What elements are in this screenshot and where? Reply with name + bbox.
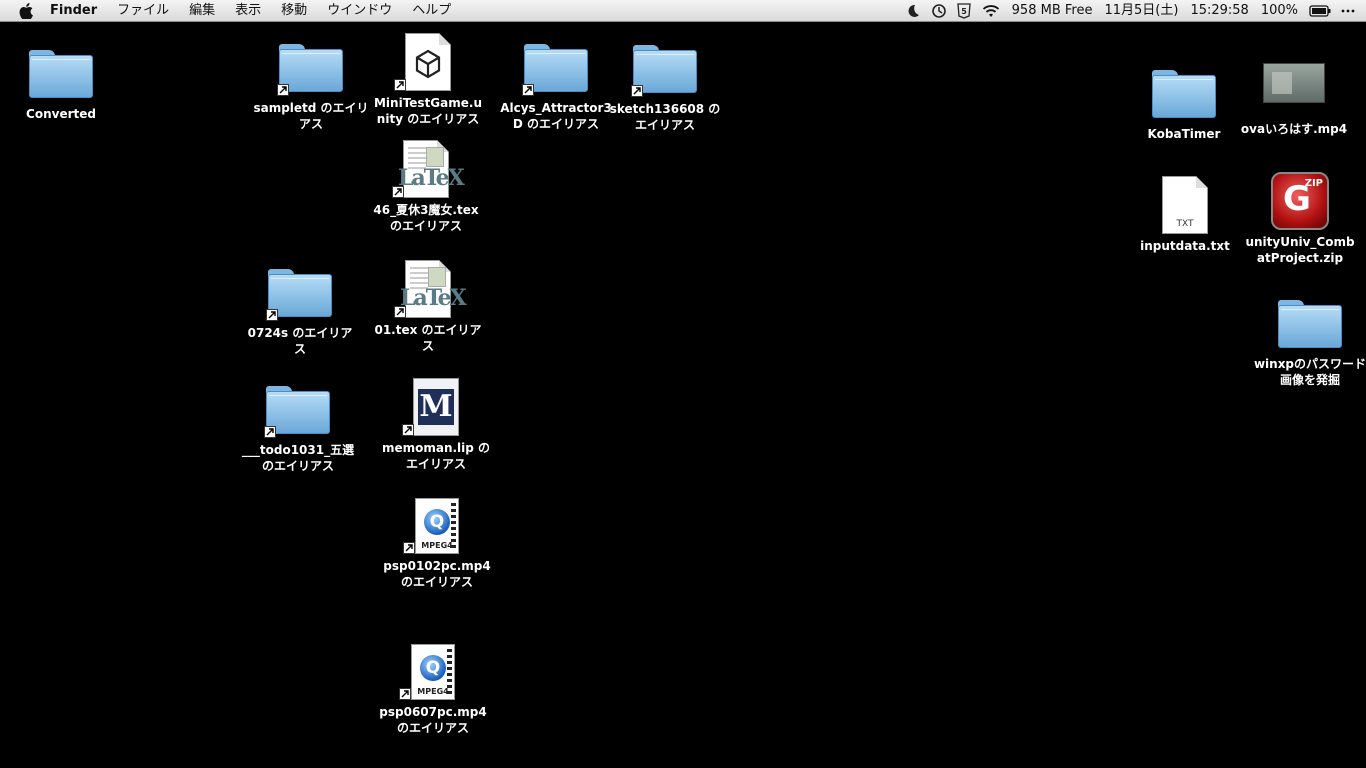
go-menu[interactable]: 移動 (271, 0, 317, 21)
desktop-icon-tex46-alias[interactable]: LaTeX 46_夏休3魔女.tex のエイリアス (368, 134, 484, 234)
time-machine-icon[interactable] (926, 0, 952, 21)
edit-menu[interactable]: 編集 (179, 0, 225, 21)
alias-arrow-icon (631, 85, 643, 97)
icon-label: Alcys_Attractor3D のエイリアス (500, 101, 612, 131)
date-display[interactable]: 11月5日(土) (1098, 0, 1184, 21)
desktop-icon-alcys-attractor-alias[interactable]: Alcys_Attractor3D のエイリアス (498, 32, 614, 132)
zip-archive-icon: G ZIP (1271, 172, 1329, 230)
folder-icon (1278, 300, 1342, 348)
wifi-icon[interactable] (976, 0, 1006, 21)
icon-label: winxpのパスワード画像を発掘 (1253, 357, 1366, 387)
battery-percent[interactable]: 100% (1255, 0, 1304, 21)
status-area: 5 958 MB Free 11月5日(土) 15:29:58 100% (900, 0, 1366, 21)
battery-icon[interactable] (1304, 0, 1336, 21)
free-space-indicator[interactable]: 958 MB Free (1006, 0, 1099, 21)
svg-text:5: 5 (961, 7, 967, 16)
alias-arrow-icon (522, 84, 534, 96)
text-file-icon: TXT (1162, 176, 1208, 234)
icon-label: ___todo1031_五選 のエイリアス (241, 443, 355, 473)
desktop-icon-psp0102-alias[interactable]: Q MPEG4 psp0102pc.mp4 のエイリアス (379, 490, 495, 590)
alias-arrow-icon (264, 426, 276, 438)
icon-label: unityUniv_CombatProject.zip (1245, 235, 1355, 265)
alias-arrow-icon (266, 309, 278, 321)
alias-arrow-icon (277, 84, 289, 96)
tex-file-icon: LaTeX (398, 140, 465, 198)
desktop-icon-ova-video[interactable]: ovaいろはす.mp4 (1236, 53, 1352, 137)
icon-label: memoman.lip のエイリアス (381, 441, 491, 471)
video-thumbnail (1263, 63, 1325, 103)
alias-arrow-icon (394, 306, 406, 318)
tex-file-icon: LaTeX (400, 260, 467, 318)
window-menu[interactable]: ウインドウ (317, 0, 402, 21)
desktop-icon-tex01-alias[interactable]: LaTeX 01.tex のエイリアス (370, 254, 486, 354)
desktop-icon-psp0607-alias[interactable]: Q MPEG4 psp0607pc.mp4 のエイリアス (375, 636, 491, 736)
icon-label: sketch136608 のエイリアス (609, 102, 721, 132)
html5-icon[interactable]: 5 (952, 0, 976, 21)
desktop-icon-sketch-alias[interactable]: sketch136608 のエイリアス (607, 33, 723, 133)
menu-bar: Finder ファイル 編集 表示 移動 ウインドウ ヘルプ 5 958 MB … (0, 0, 1366, 22)
mpeg4-file-icon: Q MPEG4 (411, 644, 455, 700)
view-menu[interactable]: 表示 (225, 0, 271, 21)
desktop-icon-inputdata[interactable]: TXT inputdata.txt (1127, 170, 1243, 254)
icon-label: 46_夏休3魔女.tex のエイリアス (373, 203, 479, 233)
memoman-file-icon: M (413, 378, 459, 436)
alias-arrow-icon (402, 424, 414, 436)
icon-label: psp0102pc.mp4 のエイリアス (383, 559, 491, 589)
finder-menu[interactable]: Finder (44, 0, 107, 21)
icon-label: inputdata.txt (1140, 239, 1230, 253)
desktop-icon-kobatimer[interactable]: KobaTimer (1126, 58, 1242, 142)
desktop-icon-combat-zip[interactable]: G ZIP unityUniv_CombatProject.zip (1242, 166, 1358, 266)
alias-arrow-icon (399, 688, 411, 700)
help-menu[interactable]: ヘルプ (402, 0, 461, 21)
icon-label: KobaTimer (1147, 127, 1221, 141)
folder-icon (29, 50, 93, 98)
desktop-icon-winxp[interactable]: winxpのパスワード画像を発掘 (1252, 288, 1366, 388)
mpeg4-file-icon: Q MPEG4 (415, 498, 459, 554)
apple-menu-icon[interactable] (16, 0, 36, 21)
desktop-icon-todo-alias[interactable]: ___todo1031_五選 のエイリアス (240, 374, 356, 474)
icon-label: 01.tex のエイリアス (374, 323, 482, 353)
folder-icon (1152, 70, 1216, 118)
alias-arrow-icon (392, 186, 404, 198)
alias-arrow-icon (403, 542, 415, 554)
icon-label: 0724s のエイリアス (247, 326, 353, 356)
desktop-icon-sampletd-alias[interactable]: sampletd のエイリアス (253, 32, 369, 132)
icon-label: sampletd のエイリアス (253, 101, 369, 131)
moon-icon[interactable] (900, 0, 926, 21)
file-menu[interactable]: ファイル (107, 0, 179, 21)
desktop-icon-converted[interactable]: Converted (3, 38, 119, 122)
icon-label: Converted (26, 107, 96, 121)
desktop-icon-0724s-alias[interactable]: 0724s のエイリアス (242, 257, 358, 357)
alias-arrow-icon (394, 79, 406, 91)
unity-file-icon (405, 33, 451, 91)
desktop-icon-minitestgame-alias[interactable]: MiniTestGame.unity のエイリアス (370, 27, 486, 127)
spotlight-menu-icon[interactable] (1336, 0, 1360, 21)
icon-label: ovaいろはす.mp4 (1240, 122, 1348, 136)
clock-display[interactable]: 15:29:58 (1184, 0, 1254, 21)
icon-label: psp0607pc.mp4 のエイリアス (379, 705, 487, 735)
icon-label: MiniTestGame.unity のエイリアス (373, 96, 482, 126)
desktop-icon-memoman-alias[interactable]: M memoman.lip のエイリアス (378, 372, 494, 472)
